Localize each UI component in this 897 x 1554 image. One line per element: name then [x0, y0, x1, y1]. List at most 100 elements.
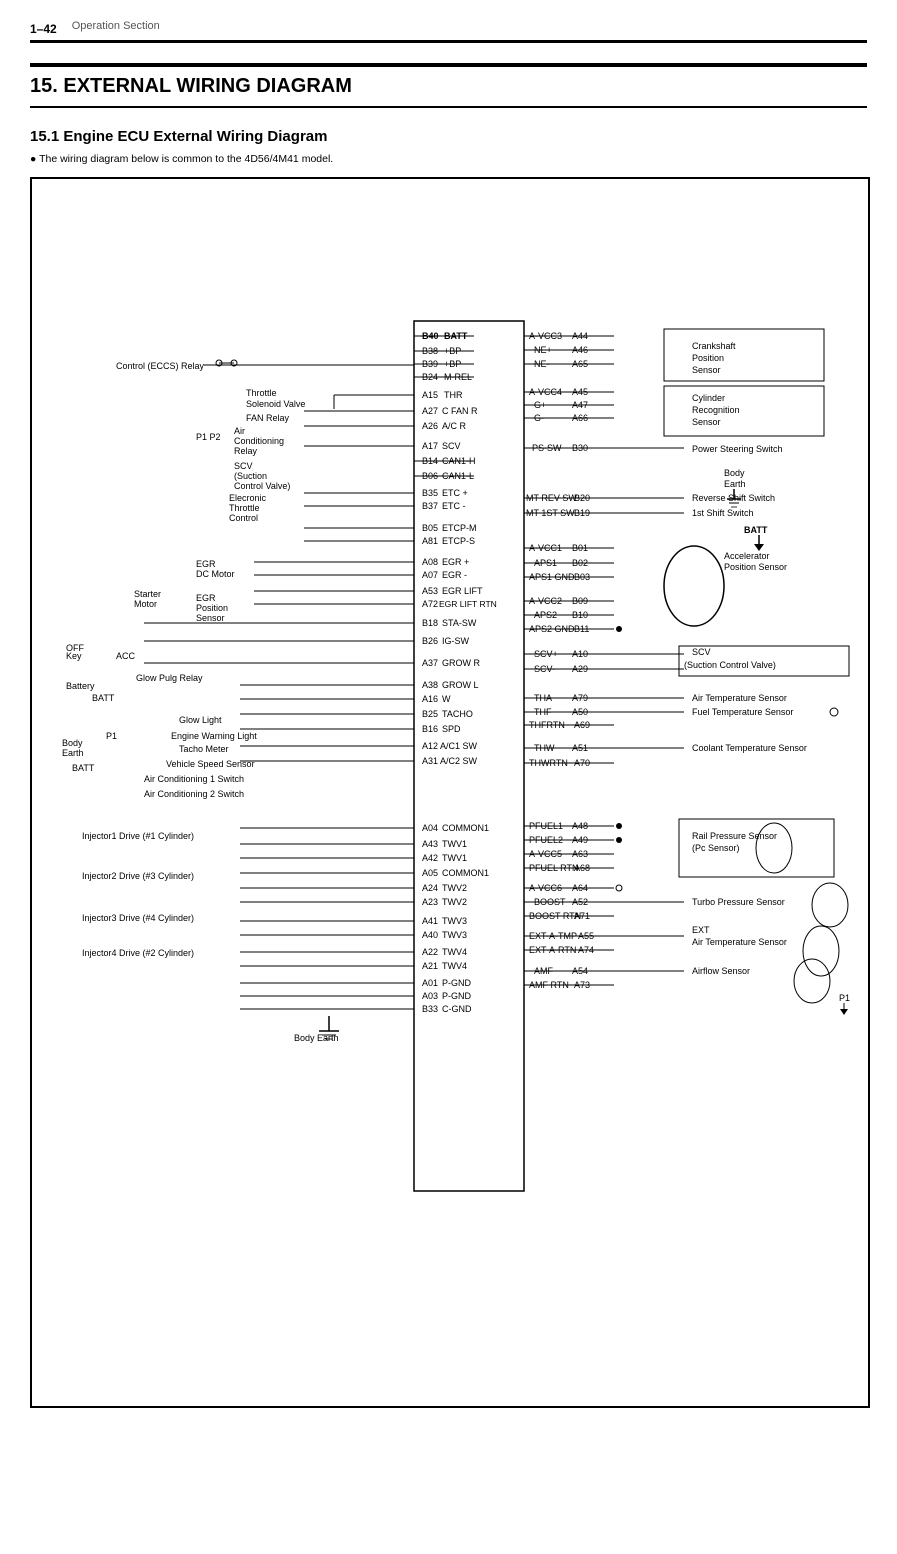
scv-desc-right: (Suction Control Valve) — [684, 660, 776, 670]
body-earth-right: Body — [724, 468, 745, 478]
inj4-label: Injector4 Drive (#2 Cylinder) — [82, 948, 194, 958]
tacho-meter-label: Tacho Meter — [179, 744, 229, 754]
scv-right-label: SCV — [692, 647, 711, 657]
a07-label: A07 — [422, 570, 438, 580]
page-header: 1–42 Operation Section — [30, 20, 867, 43]
acc-pos-label: Accelerator — [724, 551, 770, 561]
starter-motor-label2: Motor — [134, 599, 157, 609]
p1p2-label: P1 P2 — [196, 432, 221, 442]
power-steering-label: Power Steering Switch — [692, 444, 783, 454]
cylinder-label: Cylinder — [692, 393, 725, 403]
page-number: 1–42 — [30, 20, 57, 36]
inj3-label: Injector3 Drive (#4 Cylinder) — [82, 913, 194, 923]
chapter-title-block: 15. EXTERNAL WIRING DIAGRAM — [30, 63, 867, 108]
b26-label: B26 — [422, 636, 438, 646]
sensor-right-label: Sensor — [692, 365, 721, 375]
igsw-label: IG-SW — [442, 636, 470, 646]
glow-plug-relay-label: Glow Pulg Relay — [136, 673, 203, 683]
engine-warning-light-label: Engine Warning Light — [171, 731, 257, 741]
a15-label: A15 — [422, 390, 438, 400]
a40-label: A40 — [422, 930, 438, 940]
air-temp-label: Air Temperature Sensor — [692, 693, 787, 703]
position-sensor-acc: Position Sensor — [724, 562, 787, 572]
ac1sw-label: A/C1 SW — [440, 741, 478, 751]
position-sensor-label: Position — [692, 353, 724, 363]
stasw-label: STA-SW — [442, 618, 477, 628]
growl-label: GROW L — [442, 680, 479, 690]
fuel-temp-label: Fuel Temperature Sensor — [692, 707, 793, 717]
cfanr-label: C FAN R — [442, 406, 478, 416]
air-temp-sensor-right: Air Temperature Sensor — [692, 937, 787, 947]
airflow-label: Airflow Sensor — [692, 966, 750, 976]
diagram-note: ● The wiring diagram below is common to … — [30, 153, 867, 165]
a43-label: A43 — [422, 839, 438, 849]
a03-label: A03 — [422, 991, 438, 1001]
p1-label: P1 — [106, 731, 117, 741]
inj1-label: Injector1 Drive (#1 Cylinder) — [82, 831, 194, 841]
coolant-temp-label: Coolant Temperature Sensor — [692, 743, 807, 753]
twv1a-label: TWV1 — [442, 839, 467, 849]
inj2-label: Injector2 Drive (#3 Cylinder) — [82, 871, 194, 881]
common1-label: COMMON1 — [442, 823, 489, 833]
section-label: Operation Section — [72, 20, 160, 32]
shift-switch-label: 1st Shift Switch — [692, 508, 754, 518]
a23-label: A23 — [422, 897, 438, 907]
b37-label: B37 — [422, 501, 438, 511]
a26-label: A26 — [422, 421, 438, 431]
a72-label: A72 — [422, 599, 438, 609]
sensor2-label: Sensor — [692, 417, 721, 427]
a81-label: A81 — [422, 536, 438, 546]
a27-label: A27 — [422, 406, 438, 416]
a01-label: A01 — [422, 978, 438, 988]
wiring-diagram: Control (ECCS) Relay B40 BATT B38 +BP B3… — [30, 177, 870, 1408]
elec-throttle-label: Elecronic — [229, 493, 267, 503]
a05-label: A05 — [422, 868, 438, 878]
twv1b-label: TWV1 — [442, 853, 467, 863]
thr-label: THR — [444, 390, 463, 400]
egrlift-label: EGR LIFT — [442, 586, 483, 596]
key-label: Key — [66, 651, 82, 661]
tacho-label: TACHO — [442, 709, 473, 719]
acr-label: A/C R — [442, 421, 467, 431]
a41-label: A41 — [422, 916, 438, 926]
eccs-relay-label: Control (ECCS) Relay — [116, 361, 205, 371]
a38-label: A38 — [422, 680, 438, 690]
battery-label: Battery — [66, 681, 95, 691]
section-heading: 15.1 Engine ECU External Wiring Diagram — [30, 128, 867, 145]
chapter-title: 15. EXTERNAL WIRING DIAGRAM — [30, 75, 867, 98]
common1b-label: COMMON1 — [442, 868, 489, 878]
pc-sensor-label: (Pc Sensor) — [692, 843, 740, 853]
ac1-switch-label: Air Conditioning 1 Switch — [144, 774, 244, 784]
a08-label: A08 — [422, 557, 438, 567]
a17-label: A17 — [422, 441, 438, 451]
etcpm-label: ETCP-M — [442, 523, 477, 533]
b18-label: B18 — [422, 618, 438, 628]
batt-right-label: BATT — [744, 525, 768, 535]
ac2sw-label: A/C2 SW — [440, 756, 478, 766]
diagram-svg: Control (ECCS) Relay B40 BATT B38 +BP B3… — [44, 191, 864, 1391]
batt-left2-label: BATT — [72, 763, 95, 773]
fan-relay-label: FAN Relay — [246, 413, 290, 423]
twv3a-label: TWV3 — [442, 916, 467, 926]
throttle-label: Throttle — [229, 503, 260, 513]
a22-label: A22 — [422, 947, 438, 957]
page: 1–42 Operation Section 15. EXTERNAL WIRI… — [0, 0, 897, 1428]
earth-label: Earth — [62, 748, 84, 758]
b05-label: B05 — [422, 523, 438, 533]
b16-label: B16 — [422, 724, 438, 734]
batt-left-label: BATT — [92, 693, 115, 703]
etcminus-label: ETC - — [442, 501, 466, 511]
etcplus-label: ETC + — [442, 488, 468, 498]
twv3b-label: TWV3 — [442, 930, 467, 940]
pgnd2-label: P-GND — [442, 991, 472, 1001]
a42-label: A42 — [422, 853, 438, 863]
egr-label: EGR — [196, 559, 216, 569]
relay-label: Relay — [234, 446, 258, 456]
twv4a-label: TWV4 — [442, 947, 467, 957]
a24-label: A24 — [422, 883, 438, 893]
b33-label: B33 — [422, 1004, 438, 1014]
egr-pos-label: EGR — [196, 593, 216, 603]
pgnd-label: P-GND — [442, 978, 472, 988]
control-valve-label: Control Valve) — [234, 481, 290, 491]
a21-label: A21 — [422, 961, 438, 971]
